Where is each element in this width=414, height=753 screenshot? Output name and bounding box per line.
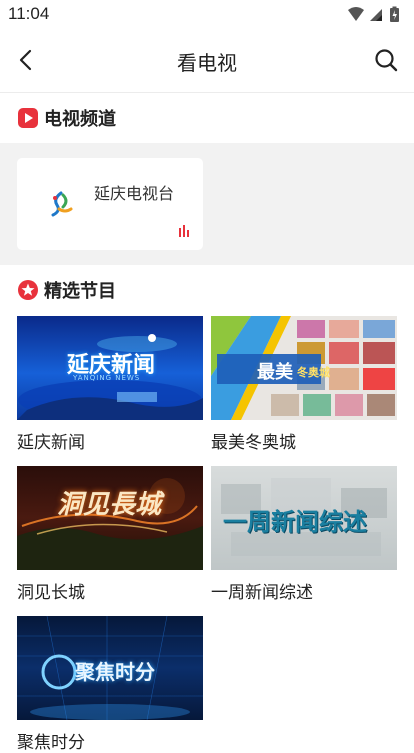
nav-bar: 看电视 [0,30,414,93]
status-time: 11:04 [8,4,50,23]
program-thumbnail: 一周新闻综述 [211,466,397,570]
thumbnail-title: 最美 [257,362,293,383]
channel-logo-icon [51,191,73,217]
thumbnail-subtitle: YANQING NEWS [73,374,141,382]
program-card-weekly-news-review[interactable]: 一周新闻综述 一周新闻综述 [211,466,397,603]
status-icons [346,6,408,24]
program-thumbnail: 洞见長城 [17,466,203,570]
program-name: 延庆新闻 [17,433,85,453]
program-card-focus-moment[interactable]: 聚焦时分 聚焦时分 [17,616,203,753]
program-thumbnail: 延庆新闻 YANQING NEWS [17,316,203,420]
program-name: 一周新闻综述 [211,583,313,603]
thumbnail-title: 洞见長城 [57,490,162,520]
thumbnail-title: 聚焦时分 [75,660,155,684]
star-icon [18,280,38,300]
program-card-great-wall-insight[interactable]: 洞见長城 洞见长城 [17,466,203,603]
search-button[interactable] [372,46,400,74]
programs-section-title: 精选节目 [44,281,116,302]
channel-name: 延庆电视台 [94,184,175,203]
channels-section-header: 电视频道 [18,105,116,131]
program-name: 洞见长城 [17,583,85,603]
status-bar: 11:04 [0,0,414,30]
live-bars-icon [179,225,189,237]
page-title: 看电视 [177,51,237,75]
thumbnail-title: 一周新闻综述 [223,508,367,536]
program-name: 聚焦时分 [17,733,85,753]
program-thumbnail: 聚焦时分 [17,616,203,720]
wifi-icon [348,7,364,21]
search-icon [375,49,398,72]
channel-card-yanqing-tv[interactable]: 延庆电视台 [17,158,203,250]
thumbnail-subtitle: 冬奥城 [297,366,330,379]
program-card-winter-olympic-city[interactable]: 最美 冬奥城 最美冬奥城 [211,316,397,453]
program-name: 最美冬奥城 [211,433,296,453]
program-card-yanqing-news[interactable]: 延庆新闻 YANQING NEWS 延庆新闻 [17,316,203,453]
channels-section-title: 电视频道 [44,109,116,130]
programs-section-header: 精选节目 [18,277,116,303]
program-thumbnail: 最美 冬奥城 [211,316,397,420]
signal-icon [370,9,382,21]
battery-icon [390,6,399,22]
play-icon [18,108,38,128]
